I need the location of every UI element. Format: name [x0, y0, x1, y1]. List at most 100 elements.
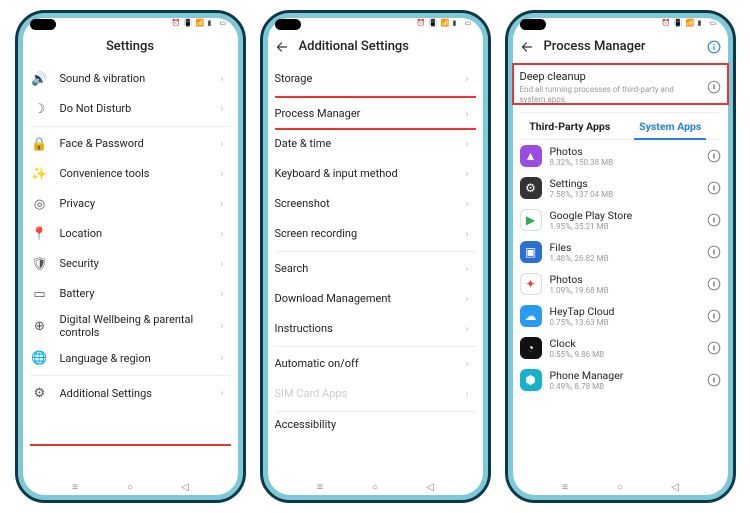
app-row[interactable]: ⚙ Settings7.58%, 137.04 MB — [520, 172, 721, 204]
chevron-right-icon: › — [466, 264, 476, 275]
row-screenshot[interactable]: Screenshot› — [275, 189, 476, 219]
wellbeing-icon: ⊕ — [30, 316, 50, 336]
row-screen-recording[interactable]: Screen recording› — [275, 219, 476, 249]
nav-home-icon[interactable]: ○ — [123, 482, 137, 492]
chevron-right-icon: › — [221, 388, 231, 399]
app-name: Clock — [550, 337, 699, 350]
nav-back-icon[interactable]: ◁ — [178, 482, 192, 492]
location-icon: 📍 — [30, 224, 50, 244]
stop-icon[interactable] — [707, 309, 721, 323]
app-name: Files — [550, 241, 699, 254]
back-icon[interactable] — [275, 40, 289, 54]
nav-back-icon[interactable]: ◁ — [423, 482, 437, 492]
chevron-right-icon: › — [221, 229, 231, 240]
app-row[interactable]: ⬢Phone Manager0.49%, 8.78 MB — [520, 364, 721, 396]
row-face-password[interactable]: 🔒 Face & Password › — [30, 129, 231, 159]
stop-icon[interactable] — [707, 277, 721, 291]
stop-icon[interactable] — [707, 341, 721, 355]
app-row[interactable]: ✦Photos1.09%, 19.68 MB — [520, 268, 721, 300]
row-sound-vibration[interactable]: 🔊 Sound & vibration › — [30, 64, 231, 94]
row-download-mgmt[interactable]: Download Management› — [275, 284, 476, 314]
chevron-right-icon: › — [221, 289, 231, 300]
stop-icon[interactable] — [707, 80, 721, 94]
app-meta: 1.09%, 19.68 MB — [550, 286, 699, 295]
header: Process Manager — [520, 33, 721, 64]
row-additional-settings[interactable]: ⚙ Additional Settings › — [30, 378, 231, 408]
globe-icon: 🌐 — [30, 348, 50, 368]
app-icon: ▣ — [520, 241, 542, 263]
header: Additional Settings — [275, 33, 476, 64]
deep-cleanup-subtitle: End all running processes of third-party… — [520, 85, 699, 104]
nav-home-icon[interactable]: ○ — [368, 482, 382, 492]
tabs: Third-Party Apps System Apps — [520, 113, 721, 140]
row-security[interactable]: 🛡 Security › — [30, 249, 231, 279]
nav-recent-icon[interactable]: ≡ — [558, 482, 572, 492]
row-storage[interactable]: Storage› — [275, 64, 476, 94]
row-instructions[interactable]: Instructions› — [275, 314, 476, 344]
chevron-right-icon: › — [466, 359, 476, 370]
alarm-icon: ⏰ — [172, 19, 181, 27]
shield-icon: 🛡 — [30, 254, 50, 274]
stop-icon[interactable] — [707, 213, 721, 227]
nav-home-icon[interactable]: ○ — [613, 482, 627, 492]
tab-system-apps[interactable]: System Apps — [620, 113, 721, 139]
app-meta: 7.58%, 137.04 MB — [550, 190, 699, 199]
row-date-time[interactable]: Date & time› — [275, 129, 476, 159]
signal-icon: ▮ — [698, 19, 707, 27]
tab-third-party[interactable]: Third-Party Apps — [520, 113, 621, 139]
battery-icon: ▭ — [465, 19, 474, 27]
row-sim-card-apps: SIM Card Apps› — [275, 379, 476, 409]
battery-icon: ▭ — [220, 19, 229, 27]
signal-icon: ▮ — [208, 19, 217, 27]
app-row[interactable]: ▲Photos8.32%, 150.38 MB — [520, 140, 721, 172]
row-location[interactable]: 📍 Location › — [30, 219, 231, 249]
app-row[interactable]: ☁HeyTap Cloud0.75%, 13.63 MB — [520, 300, 721, 332]
header: Settings — [30, 33, 231, 64]
app-name: Settings — [550, 177, 699, 190]
page-title: Additional Settings — [299, 39, 410, 54]
divider — [275, 251, 476, 252]
stop-icon[interactable] — [707, 245, 721, 259]
app-name: Phone Manager — [550, 369, 699, 382]
row-privacy[interactable]: ◎ Privacy › — [30, 189, 231, 219]
row-accessibility[interactable]: Accessibility — [275, 414, 476, 435]
deep-cleanup-row[interactable]: Deep cleanup End all running processes o… — [520, 64, 721, 113]
row-digital-wellbeing[interactable]: ⊕ Digital Wellbeing & parental controls … — [30, 309, 231, 343]
deep-cleanup-title: Deep cleanup — [520, 70, 699, 83]
info-icon[interactable] — [707, 40, 721, 54]
wifi-icon: 📶 — [686, 19, 695, 27]
chevron-right-icon: › — [221, 139, 231, 150]
stop-icon[interactable] — [707, 181, 721, 195]
row-convenience-tools[interactable]: ✨ Convenience tools › — [30, 159, 231, 189]
nav-recent-icon[interactable]: ≡ — [313, 482, 327, 492]
back-icon[interactable] — [520, 40, 534, 54]
row-process-manager[interactable]: Process Manager› — [275, 99, 476, 129]
stop-icon[interactable] — [707, 149, 721, 163]
nav-recent-icon[interactable]: ≡ — [68, 482, 82, 492]
chevron-right-icon: › — [221, 259, 231, 270]
app-row[interactable]: ▣Files1.48%, 26.82 MB — [520, 236, 721, 268]
row-do-not-disturb[interactable]: ☽ Do Not Disturb › — [30, 94, 231, 124]
additional-list: Storage› Process Manager› Date & time› K… — [275, 64, 476, 478]
row-language-region[interactable]: 🌐 Language & region › — [30, 343, 231, 373]
system-navbar: ≡ ○ ◁ — [18, 478, 243, 500]
vibrate-icon: 📳 — [184, 19, 193, 27]
row-automatic-on-off[interactable]: Automatic on/off› — [275, 349, 476, 379]
app-row[interactable]: ▶Google Play Store1.95%, 35.21 MB — [520, 204, 721, 236]
app-name: Photos — [550, 273, 699, 286]
row-keyboard-input[interactable]: Keyboard & input method› — [275, 159, 476, 189]
status-bar: ⏰ 📳 📶 ▮ ▭ — [18, 13, 243, 33]
app-meta: 0.55%, 9.86 MB — [550, 350, 699, 359]
row-search[interactable]: Search› — [275, 254, 476, 284]
chevron-right-icon: › — [466, 74, 476, 85]
app-meta: 0.75%, 13.63 MB — [550, 318, 699, 327]
app-row[interactable]: ◔Clock0.55%, 9.86 MB — [520, 332, 721, 364]
highlight-additional-settings — [30, 444, 231, 478]
stop-icon[interactable] — [707, 373, 721, 387]
app-icon: ⚙ — [520, 177, 542, 199]
app-icon: ▶ — [520, 209, 542, 231]
row-battery[interactable]: ▭ Battery › — [30, 279, 231, 309]
wifi-icon: 📶 — [196, 19, 205, 27]
nav-back-icon[interactable]: ◁ — [668, 482, 682, 492]
app-icon: ▲ — [520, 145, 542, 167]
